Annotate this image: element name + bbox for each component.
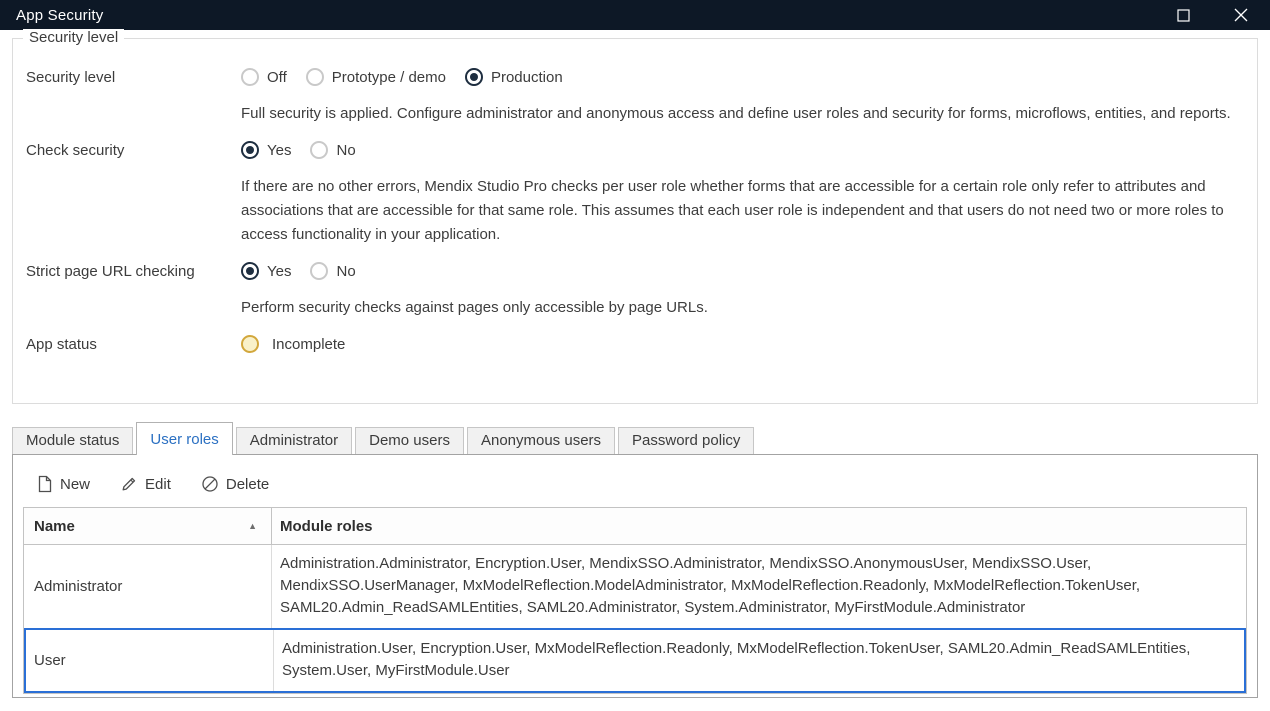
app-status-text: Incomplete xyxy=(272,336,345,353)
delete-button[interactable]: Delete xyxy=(201,475,269,493)
new-button-label: New xyxy=(60,476,90,493)
security-level-description: Full security is applied. Configure admi… xyxy=(241,102,1243,126)
role-name-cell: User xyxy=(26,630,274,691)
app-status-label: App status xyxy=(13,336,241,353)
radio-icon[interactable] xyxy=(241,262,259,280)
table-header-row: Name ▲ Module roles xyxy=(24,508,1246,545)
check-security-description: If there are no other errors, Mendix Stu… xyxy=(241,175,1243,247)
app-status-row: App status Incomplete xyxy=(13,333,1257,355)
radio-option-yes[interactable]: Yes xyxy=(241,262,291,280)
radio-option-yes[interactable]: Yes xyxy=(241,141,291,159)
radio-option-off[interactable]: Off xyxy=(241,68,287,86)
user-roles-toolbar: New Edit Delete xyxy=(23,475,1247,493)
edit-button-label: Edit xyxy=(145,476,171,493)
delete-button-label: Delete xyxy=(226,476,269,493)
tab-demo-users[interactable]: Demo users xyxy=(355,427,464,454)
table-row-administrator[interactable]: Administrator Administration.Administrat… xyxy=(24,545,1246,628)
app-status-value: Incomplete xyxy=(241,335,345,353)
radio-icon[interactable] xyxy=(306,68,324,86)
radio-icon[interactable] xyxy=(241,141,259,159)
column-header-name-label: Name xyxy=(34,518,75,535)
radio-icon[interactable] xyxy=(465,68,483,86)
user-roles-panel: New Edit Delete Name ▲ Module roles xyxy=(12,454,1258,698)
strict-url-radio-group: Yes No xyxy=(241,262,356,280)
edit-button[interactable]: Edit xyxy=(120,475,171,493)
radio-option-prototype-demo[interactable]: Prototype / demo xyxy=(306,68,446,86)
maximize-icon xyxy=(1177,9,1190,22)
radio-label: No xyxy=(336,142,355,159)
security-level-groupbox: Security level Security level Off Protot… xyxy=(12,38,1258,404)
radio-icon[interactable] xyxy=(310,141,328,159)
module-roles-cell: Administration.Administrator, Encryption… xyxy=(272,545,1246,628)
security-tabs: Module status User roles Administrator D… xyxy=(12,423,1258,454)
user-roles-table: Name ▲ Module roles Administrator Admini… xyxy=(23,507,1247,694)
strict-url-label: Strict page URL checking xyxy=(13,263,241,280)
tab-anonymous-users[interactable]: Anonymous users xyxy=(467,427,615,454)
strict-url-description: Perform security checks against pages on… xyxy=(241,296,1243,320)
check-security-label: Check security xyxy=(13,142,241,159)
radio-icon[interactable] xyxy=(241,68,259,86)
pencil-icon xyxy=(120,475,138,493)
radio-label: Prototype / demo xyxy=(332,69,446,86)
close-button[interactable] xyxy=(1212,0,1270,30)
column-header-module-roles[interactable]: Module roles xyxy=(272,508,1246,544)
tab-administrator[interactable]: Administrator xyxy=(236,427,352,454)
radio-label: No xyxy=(336,263,355,280)
window-title: App Security xyxy=(16,7,103,24)
check-security-radio-group: Yes No xyxy=(241,141,356,159)
window-controls xyxy=(1154,0,1270,30)
radio-label: Yes xyxy=(267,263,291,280)
radio-label: Yes xyxy=(267,142,291,159)
column-header-roles-label: Module roles xyxy=(280,518,373,535)
sort-ascending-icon: ▲ xyxy=(248,521,257,531)
radio-label: Production xyxy=(491,69,563,86)
status-incomplete-icon xyxy=(241,335,259,353)
radio-label: Off xyxy=(267,69,287,86)
security-level-row: Security level Off Prototype / demo Prod… xyxy=(13,66,1257,88)
security-level-label: Security level xyxy=(13,69,241,86)
radio-option-no[interactable]: No xyxy=(310,262,355,280)
column-header-name[interactable]: Name ▲ xyxy=(24,508,272,544)
radio-option-no[interactable]: No xyxy=(310,141,355,159)
new-document-icon xyxy=(36,475,53,493)
close-icon xyxy=(1234,8,1248,22)
window-titlebar: App Security xyxy=(0,0,1270,30)
radio-option-production[interactable]: Production xyxy=(465,68,563,86)
tab-module-status[interactable]: Module status xyxy=(12,427,133,454)
maximize-button[interactable] xyxy=(1154,0,1212,30)
security-level-radio-group: Off Prototype / demo Production xyxy=(241,68,563,86)
radio-icon[interactable] xyxy=(310,262,328,280)
module-roles-cell: Administration.User, Encryption.User, Mx… xyxy=(274,630,1244,691)
role-name-cell: Administrator xyxy=(24,545,272,628)
groupbox-legend: Security level xyxy=(23,29,124,46)
new-button[interactable]: New xyxy=(36,475,90,493)
no-entry-icon xyxy=(201,475,219,493)
tab-user-roles[interactable]: User roles xyxy=(136,422,232,455)
table-row-user[interactable]: User Administration.User, Encryption.Use… xyxy=(24,628,1246,693)
tab-password-policy[interactable]: Password policy xyxy=(618,427,754,454)
strict-url-row: Strict page URL checking Yes No xyxy=(13,260,1257,282)
check-security-row: Check security Yes No xyxy=(13,139,1257,161)
